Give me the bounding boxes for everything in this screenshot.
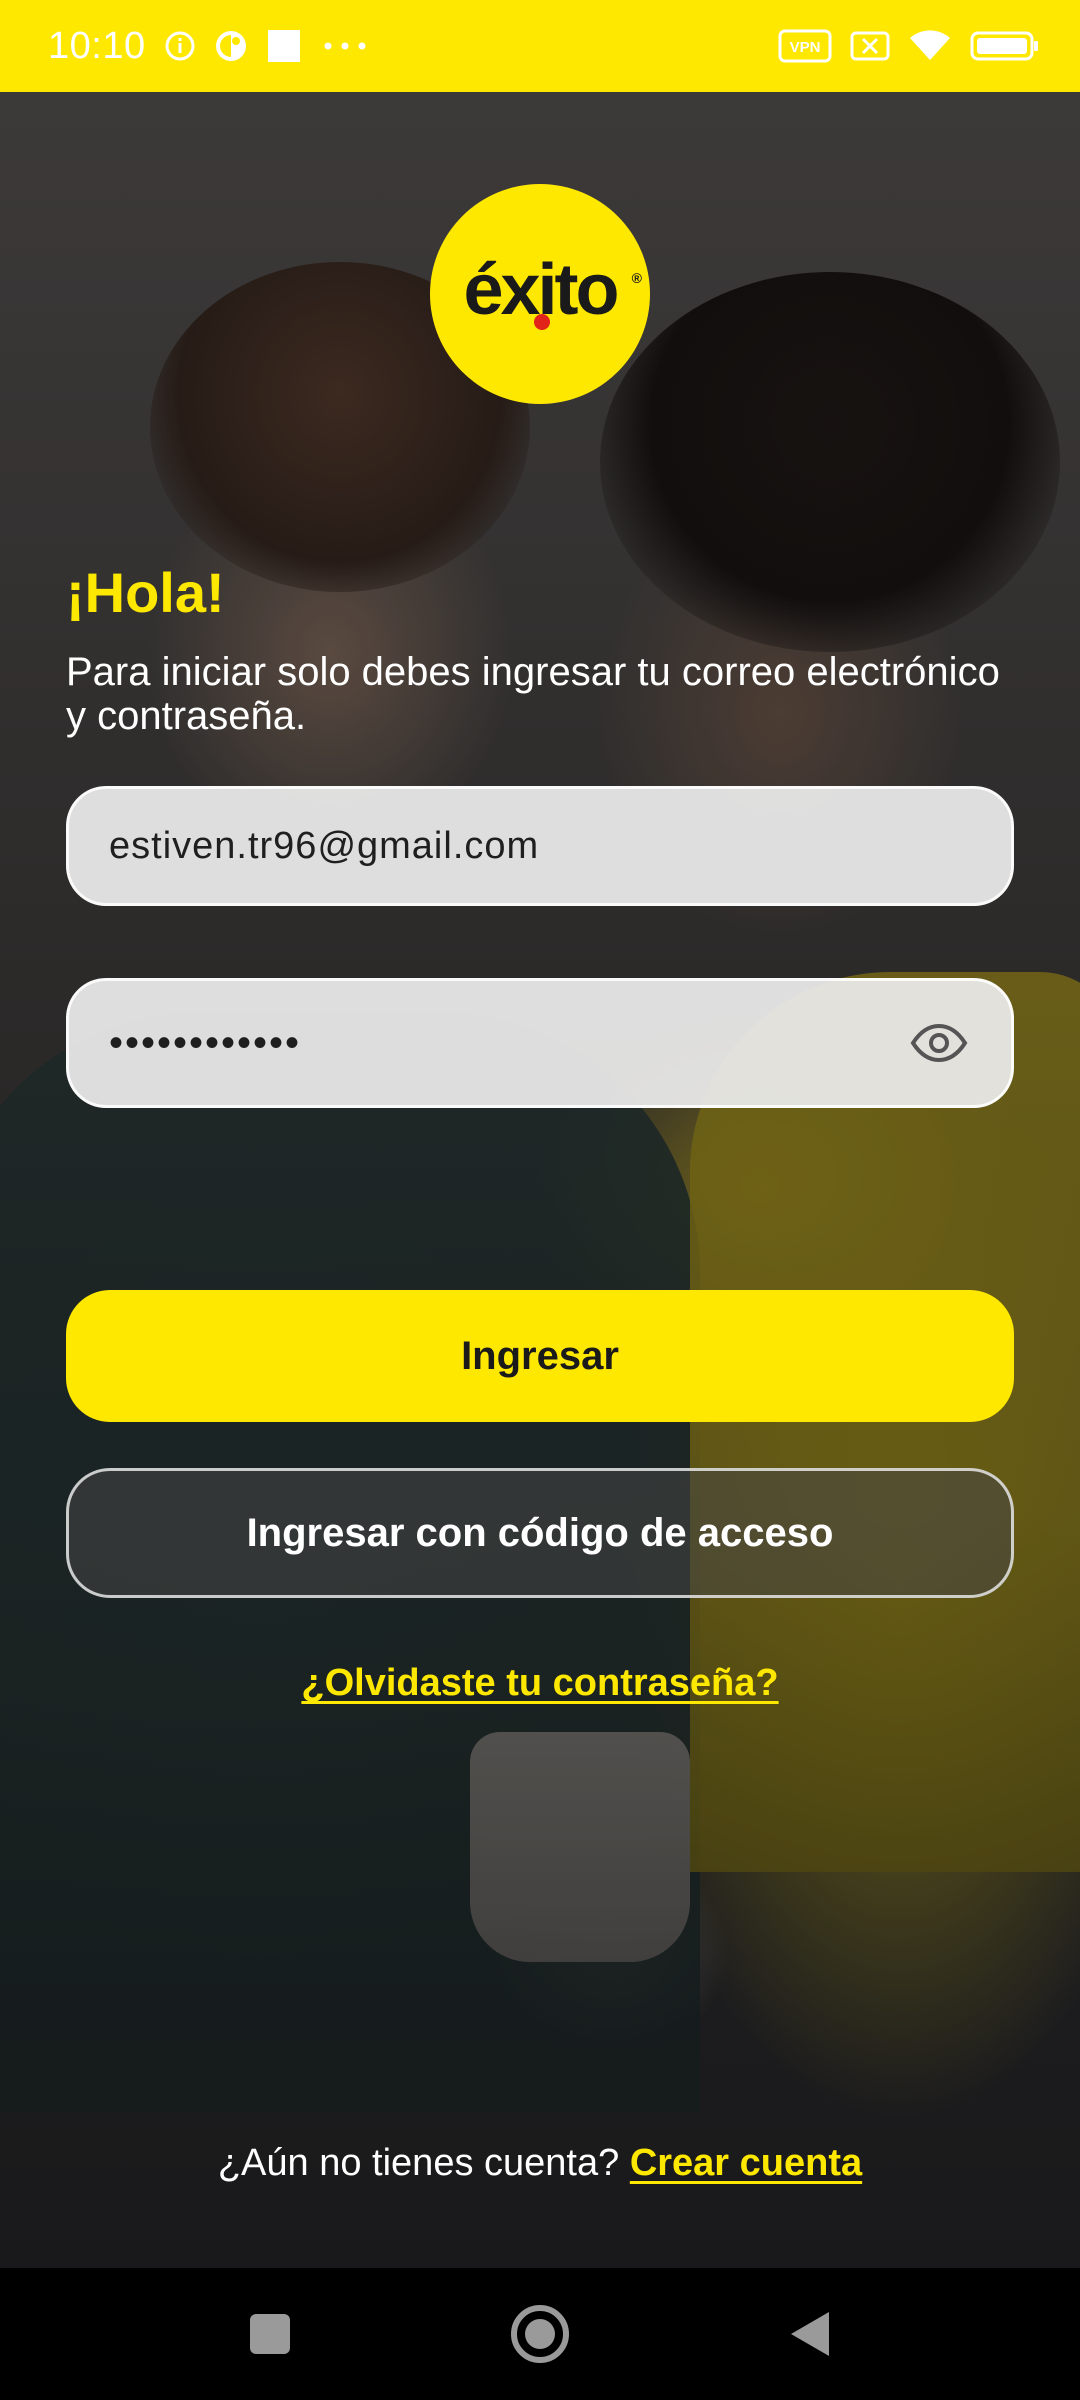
login-instructions: Para iniciar solo debes ingresar tu corr… (66, 650, 1000, 738)
battery-icon (970, 30, 1040, 62)
login-button[interactable]: Ingresar (66, 1290, 1014, 1422)
more-dots-icon (320, 40, 370, 52)
status-time: 10:10 (48, 24, 146, 67)
greeting-title: ¡Hola! (66, 561, 225, 624)
no-account-text: ¿Aún no tienes cuenta? (217, 2142, 620, 2184)
password-input[interactable] (109, 1020, 907, 1066)
forgot-password-link[interactable]: ¿Olvidaste tu contraseña? (0, 1662, 1080, 1705)
logo-dot (534, 314, 550, 330)
email-field[interactable] (66, 786, 1014, 906)
logo-registered-mark: ® (631, 270, 642, 286)
status-bar: 10:10 VPN (0, 0, 1080, 92)
back-icon[interactable] (770, 2294, 850, 2374)
app-icon (214, 29, 248, 63)
system-nav-bar (0, 2268, 1080, 2400)
vpn-label: VPN (790, 39, 821, 56)
square-icon (266, 28, 302, 64)
wifi-icon (908, 28, 952, 64)
exito-logo: éxito ® (430, 184, 650, 404)
access-code-login-button[interactable]: Ingresar con código de acceso (66, 1468, 1014, 1598)
background-photo (0, 92, 1080, 2268)
password-field[interactable] (66, 978, 1014, 1108)
home-icon[interactable] (500, 2294, 580, 2374)
create-account-link[interactable]: Crear cuenta (630, 2142, 862, 2184)
sim-icon (850, 29, 890, 63)
info-icon (164, 30, 196, 62)
email-input[interactable] (109, 824, 971, 868)
show-password-eye-icon[interactable] (907, 1011, 971, 1075)
signup-row: ¿Aún no tienes cuenta? Crear cuenta (0, 2142, 1080, 2185)
recent-apps-icon[interactable] (230, 2294, 310, 2374)
photo-overlay (0, 92, 1080, 2268)
vpn-icon: VPN (778, 29, 832, 63)
